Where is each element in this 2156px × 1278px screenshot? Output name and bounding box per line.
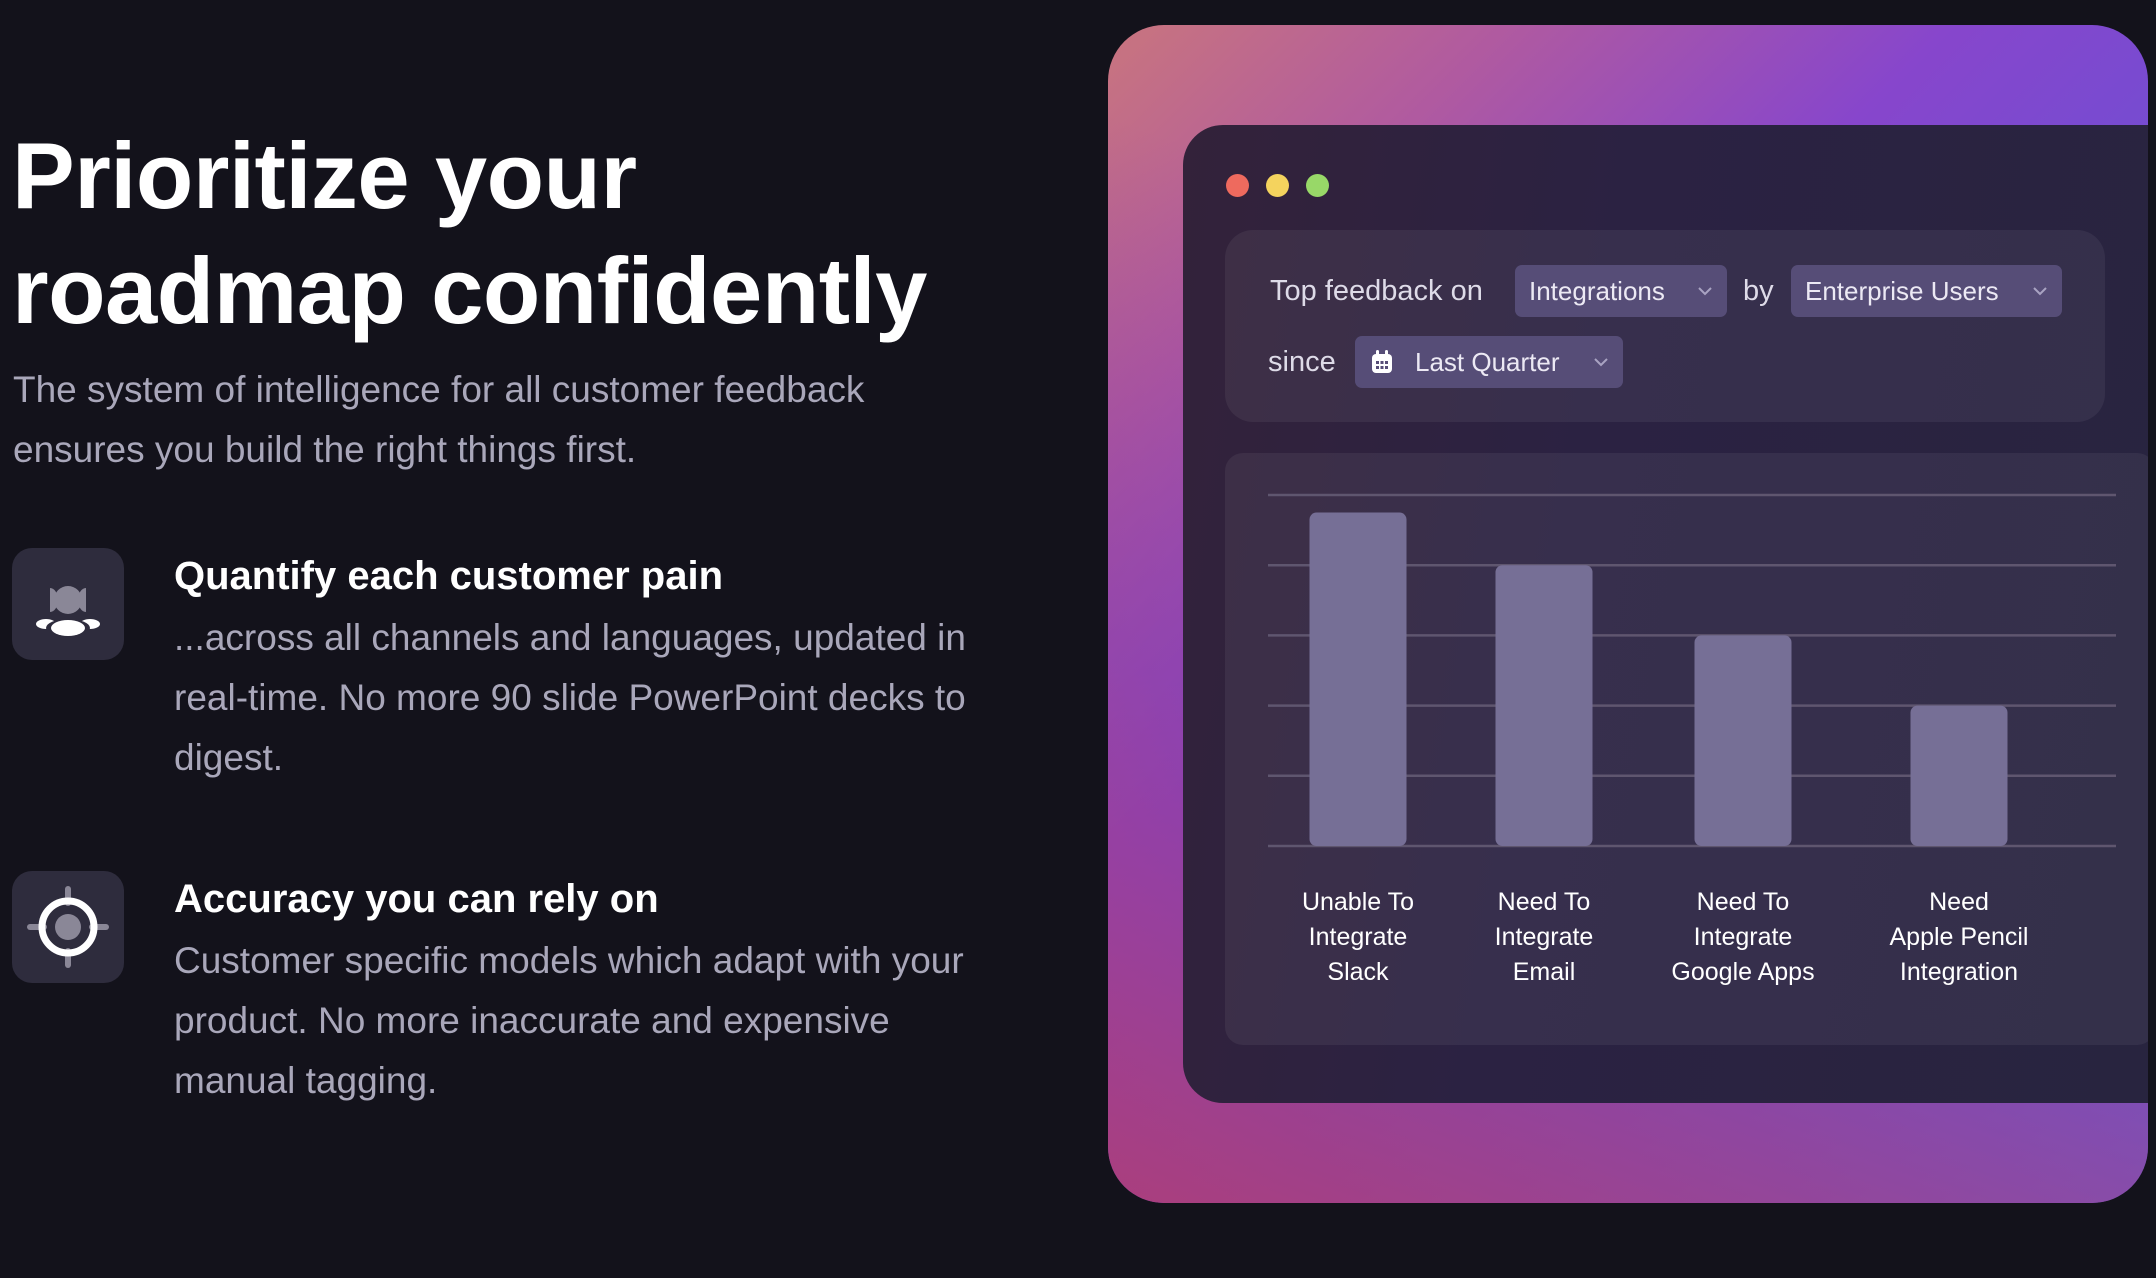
period-dropdown[interactable]: Last Quarter [1355, 336, 1623, 388]
hero-title: Prioritize your roadmap confidently [12, 118, 1072, 348]
filter-since-label: since [1268, 346, 1336, 378]
chevron-down-icon [2032, 286, 2048, 296]
feature-body-line: product. No more inaccurate and expensiv… [174, 1000, 890, 1041]
chevron-down-icon [1593, 357, 1609, 367]
chart-category-label-line: Integration [1899, 958, 2019, 986]
hero-subtitle-line-1: The system of intelligence for all custo… [13, 369, 865, 410]
hero-title-line-1: Prioritize your [12, 123, 637, 228]
chart-category-label: Need Apple Pencil Integration [1849, 885, 2069, 990]
chart-category-label-line: Apple Pencil [1889, 923, 2029, 951]
hero-subtitle: The system of intelligence for all custo… [13, 360, 1013, 480]
window-minimize-dot[interactable] [1266, 174, 1289, 197]
feature-body: Customer specific models which adapt wit… [174, 931, 1054, 1111]
chart-category-label-line: Email [1512, 958, 1576, 986]
chart-category-label-line: Integrate [1693, 923, 1793, 951]
chart-bar[interactable] [1694, 635, 1792, 846]
window-maximize-dot[interactable] [1306, 174, 1329, 197]
segment-dropdown-value: Enterprise Users [1805, 275, 1999, 306]
chart-category-label: Need To Integrate Email [1434, 885, 1654, 990]
chart-category-label-line: Google Apps [1671, 958, 1815, 986]
feature-title: Accuracy you can rely on [174, 877, 659, 921]
chart-category-label-line: Need [1929, 888, 1989, 916]
topic-dropdown-value: Integrations [1529, 275, 1665, 306]
chart-bar[interactable] [1495, 565, 1593, 846]
chart-category-label: Need To Integrate Google Apps [1633, 885, 1853, 990]
feature-body: ...across all channels and languages, up… [174, 608, 1054, 788]
feature-body-line: manual tagging. [174, 1060, 438, 1101]
chart-category-label-line: Slack [1327, 958, 1389, 986]
filter-prefix-label: Top feedback on [1270, 275, 1483, 307]
chart-category-label-line: Integrate [1308, 923, 1408, 951]
feature-text: Quantify each customer pain ...across al… [174, 548, 1054, 788]
chart-category-label-line: Unable To [1301, 888, 1415, 916]
users-group-icon [36, 586, 100, 637]
filter-by-label: by [1743, 275, 1774, 307]
feature-body-line: ...across all channels and languages, up… [174, 617, 966, 658]
calendar-icon [1371, 350, 1393, 374]
segment-dropdown[interactable]: Enterprise Users [1791, 265, 2062, 317]
feature-body-line: real-time. No more 90 slide PowerPoint d… [174, 677, 966, 718]
period-dropdown-value: Last Quarter [1415, 346, 1560, 377]
feature-title: Quantify each customer pain [174, 554, 724, 598]
feature-body-line: digest. [174, 737, 284, 778]
feedback-bar-chart: Unable To Integrate Slack Need To Integrate E… [1225, 453, 2148, 1045]
chart-category-label-line: Integrate [1494, 923, 1594, 951]
feature-body-line: Customer specific models which adapt wit… [174, 940, 964, 981]
feature-icon-box [12, 548, 124, 660]
app-window: Top feedback on Integrations by Enterpri… [1183, 125, 2148, 1103]
chevron-down-icon [1697, 286, 1713, 296]
feature-text: Accuracy you can rely on Customer specif… [174, 871, 1054, 1111]
topic-dropdown[interactable]: Integrations [1515, 265, 1727, 317]
chart-category-label-line: Need To [1497, 888, 1591, 916]
feature-icon-box [12, 871, 124, 983]
filter-card: Top feedback on Integrations by Enterpri… [1225, 230, 2105, 422]
window-close-dot[interactable] [1226, 174, 1249, 197]
hero-title-line-2: roadmap confidently [12, 238, 927, 343]
chart-category-label-line: Need To [1696, 888, 1790, 916]
chart-bar[interactable] [1309, 512, 1407, 846]
hero-subtitle-line-2: ensures you build the right things first… [13, 429, 637, 470]
crosshair-target-icon [27, 886, 109, 968]
chart-bar[interactable] [1910, 705, 2008, 846]
